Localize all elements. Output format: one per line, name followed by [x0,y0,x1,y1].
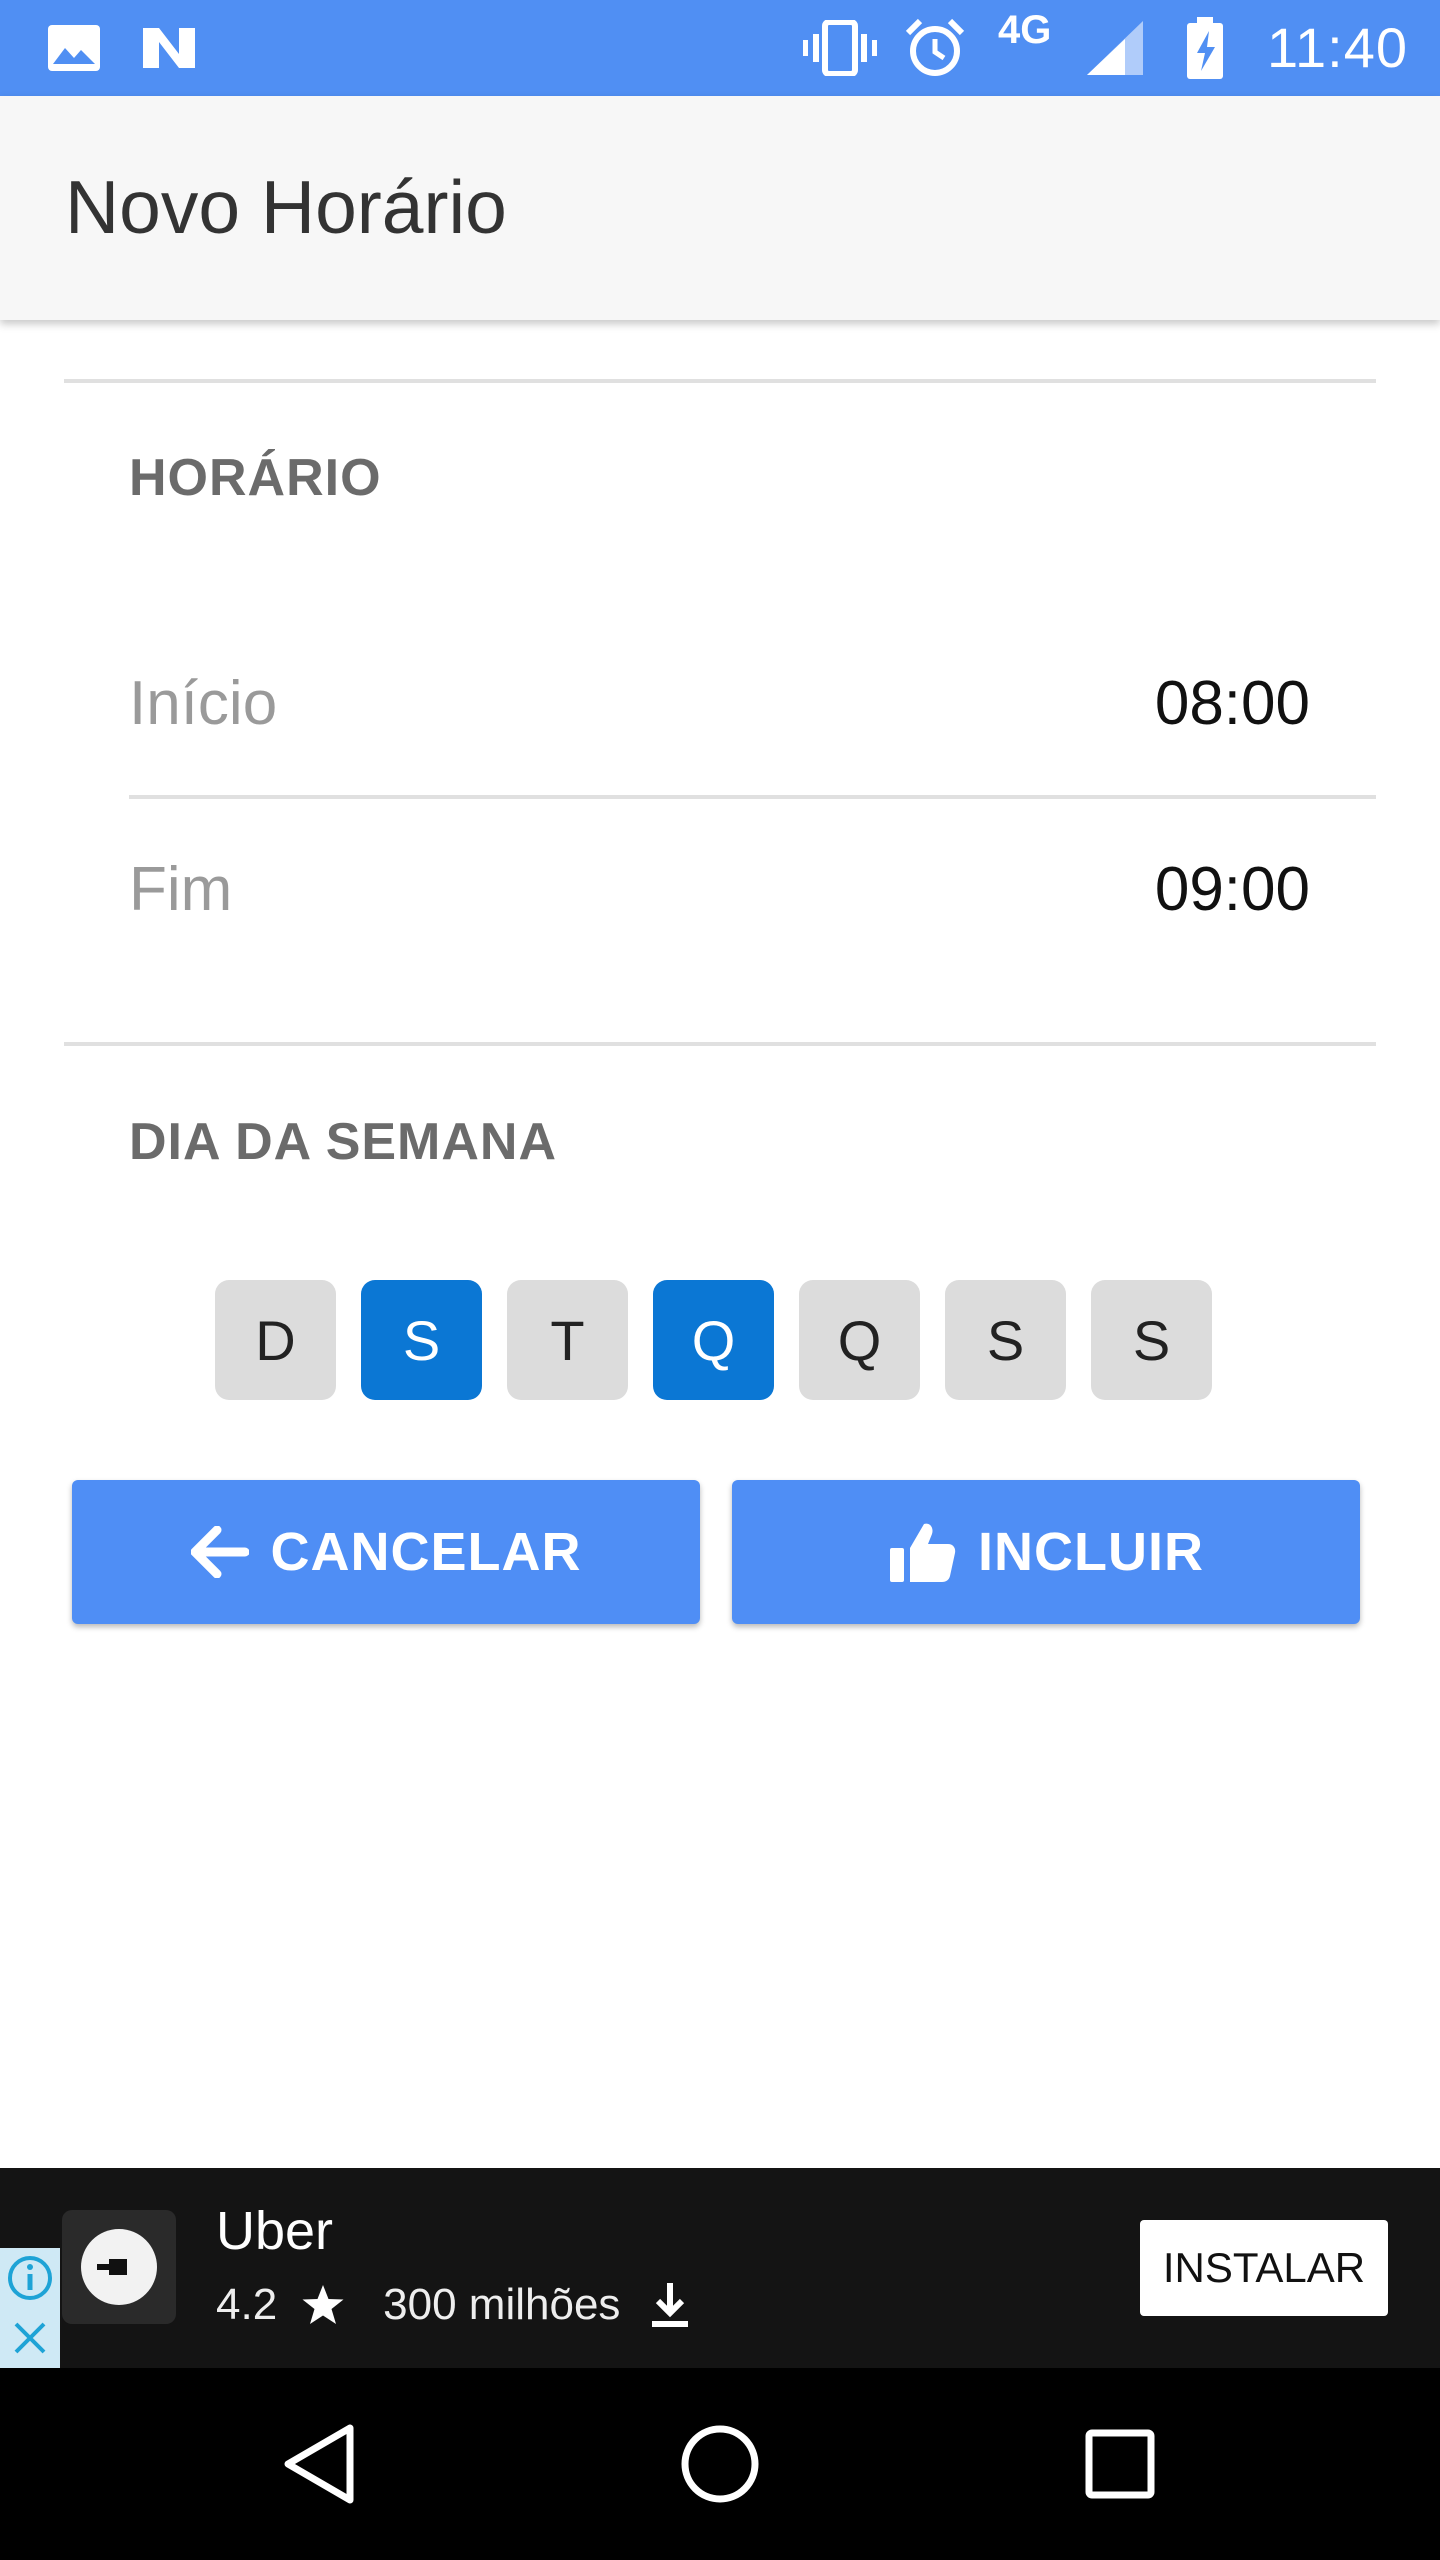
thumbs-up-icon [890,1523,956,1582]
day-toggle-sunday[interactable]: D [215,1280,336,1400]
day-toggle-tuesday[interactable]: T [507,1280,628,1400]
field-divider [129,795,1376,799]
ad-app-stats: 4.2 300 milhões [216,2280,690,2330]
cancel-button-label: CANCELAR [270,1522,582,1582]
ad-app-name: Uber [216,2201,334,2261]
ad-downloads: 300 milhões [383,2280,621,2329]
navigation-bar [0,2368,1440,2560]
day-toggle-friday[interactable]: S [945,1280,1066,1400]
n-notification-icon [134,0,204,96]
end-time-value[interactable]: 09:00 [1155,854,1310,925]
schedule-section-title: HORÁRIO [129,449,382,507]
include-button-label: INCLUIR [978,1522,1204,1582]
page-title: Novo Horário [65,165,507,249]
signal-icon [1080,0,1150,96]
end-time-label: Fim [129,855,233,924]
day-toggle-thursday[interactable]: Q [799,1280,920,1400]
info-icon[interactable] [0,2248,60,2308]
ad-banner[interactable]: Uber 4.2 300 milhões INSTALAR [0,2168,1440,2368]
start-time-label: Início [129,669,278,738]
start-time-value[interactable]: 08:00 [1155,668,1310,739]
section-divider [64,1042,1376,1046]
uber-logo [62,2210,176,2324]
day-toggle-monday[interactable]: S [361,1280,482,1400]
weekday-section-title: DIA DA SEMANA [129,1113,558,1171]
battery-charging-icon [1180,0,1230,96]
weekday-selector: D S T Q Q S S [215,1280,1215,1400]
day-toggle-wednesday[interactable]: Q [653,1280,774,1400]
clock: 11:40 [1267,16,1408,79]
vibrate-icon [800,0,880,96]
star-icon [302,2285,344,2324]
status-bar: 4G 11:40 [0,0,1440,96]
close-icon[interactable] [0,2308,60,2368]
day-toggle-saturday[interactable]: S [1091,1280,1212,1400]
download-icon [652,2283,689,2327]
arrow-left-icon [190,1526,249,1578]
image-icon [44,0,104,96]
back-nav-icon[interactable] [260,2404,380,2524]
ad-rating-value: 4.2 [216,2280,278,2329]
home-nav-icon[interactable] [660,2404,780,2524]
network-type-label: 4G [998,8,1052,52]
alarm-icon [900,0,970,96]
include-button[interactable]: INCLUIR [732,1480,1360,1624]
cancel-button[interactable]: CANCELAR [72,1480,700,1624]
section-divider [64,379,1376,383]
recents-nav-icon[interactable] [1060,2404,1180,2524]
install-button[interactable]: INSTALAR [1140,2220,1388,2316]
app-bar: Novo Horário [0,96,1440,320]
